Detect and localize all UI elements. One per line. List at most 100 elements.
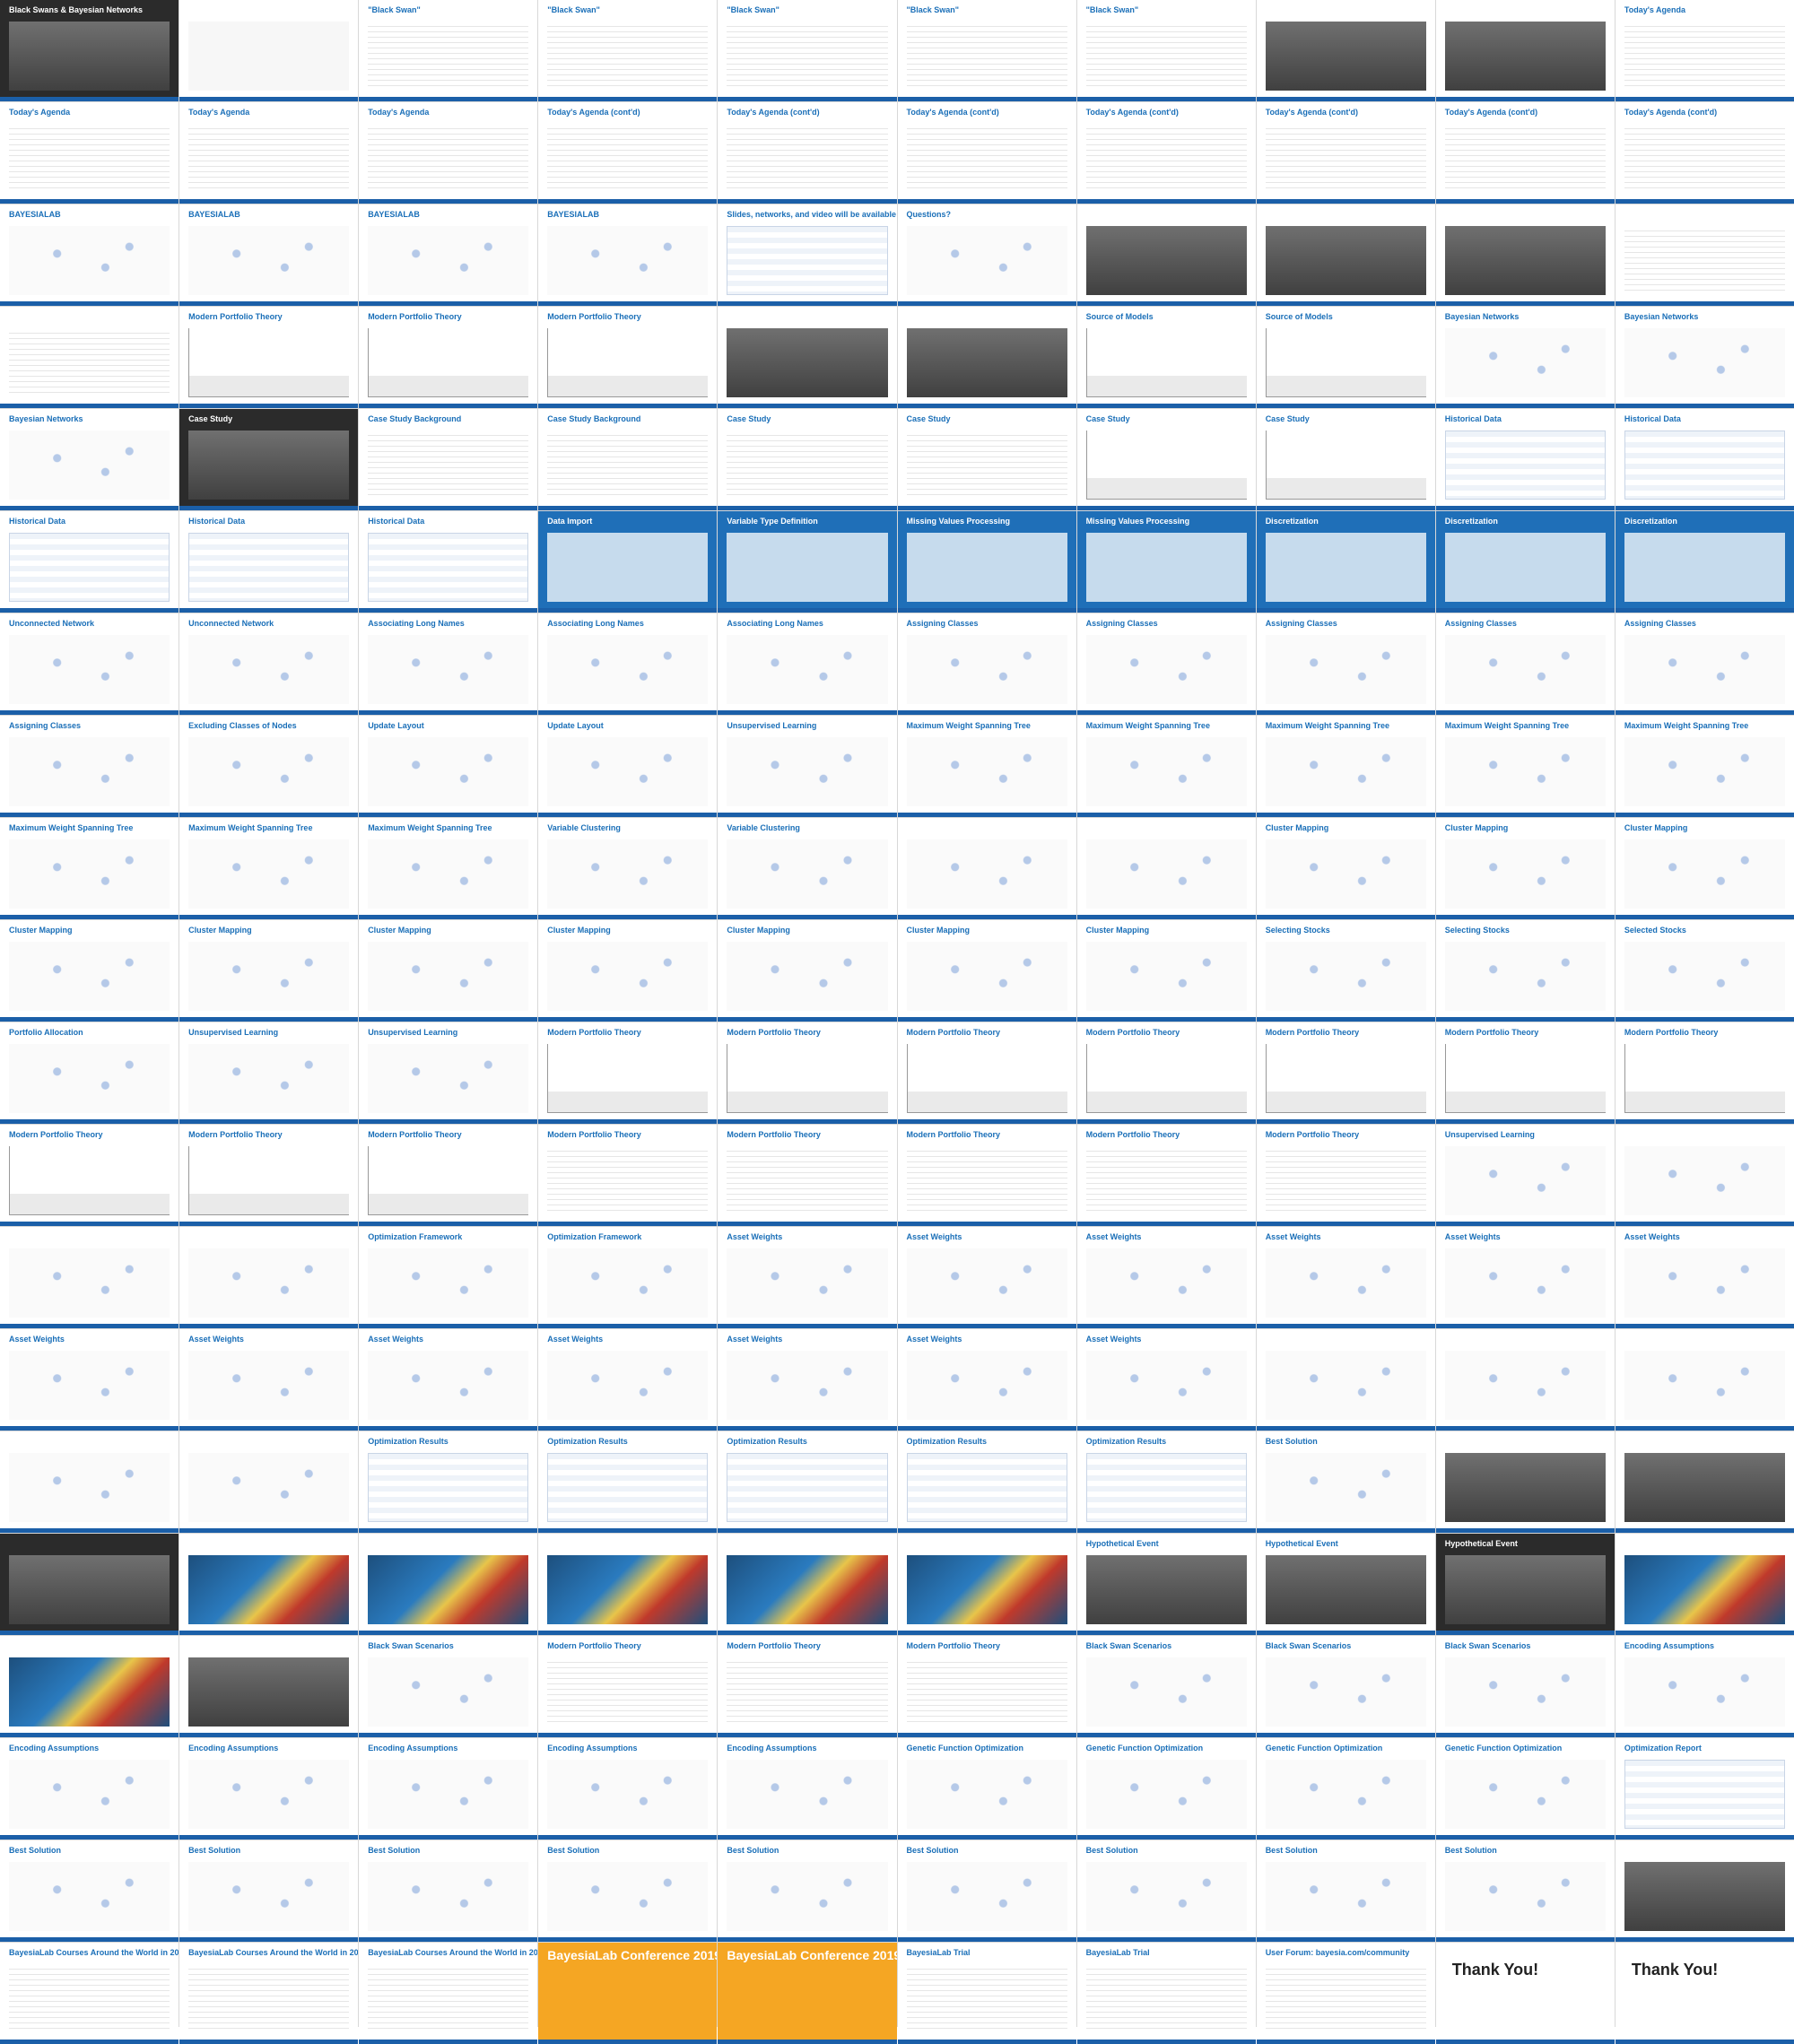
slide-thumbnail[interactable] xyxy=(179,0,359,101)
slide-thumbnail[interactable]: Historical Data xyxy=(359,511,538,613)
slide-thumbnail[interactable]: Hypothetical Event xyxy=(1435,1534,1615,1635)
slide-thumbnail[interactable]: Today's Agenda (cont'd) xyxy=(538,102,718,204)
slide-thumbnail[interactable] xyxy=(1256,204,1435,306)
slide-thumbnail[interactable]: Historical Data xyxy=(1435,409,1615,510)
slide-thumbnail[interactable]: Hypothetical Event xyxy=(1076,1534,1256,1635)
slide-thumbnail[interactable]: Asset Weights xyxy=(1256,1227,1435,1328)
slide-thumbnail[interactable]: Today's Agenda (cont'd) xyxy=(1615,102,1794,204)
slide-thumbnail[interactable]: Black Swan Scenarios xyxy=(1256,1636,1435,1737)
slide-thumbnail[interactable]: Asset Weights xyxy=(897,1227,1076,1328)
slide-thumbnail[interactable]: Today's Agenda xyxy=(359,102,538,204)
slide-thumbnail[interactable]: Cluster Mapping xyxy=(1076,920,1256,1022)
slide-thumbnail[interactable] xyxy=(718,1534,897,1635)
slide-thumbnail[interactable]: Modern Portfolio Theory xyxy=(718,1022,897,1124)
slide-thumbnail[interactable]: Case Study xyxy=(1076,409,1256,510)
slide-thumbnail[interactable] xyxy=(718,307,897,408)
slide-thumbnail[interactable]: Best Solution xyxy=(1256,1431,1435,1533)
slide-thumbnail[interactable]: Historical Data xyxy=(179,511,359,613)
slide-thumbnail[interactable]: Optimization Framework xyxy=(538,1227,718,1328)
slide-thumbnail[interactable] xyxy=(1615,1840,1794,1942)
slide-thumbnail[interactable]: Genetic Function Optimization xyxy=(897,1738,1076,1840)
slide-thumbnail[interactable]: Asset Weights xyxy=(179,1329,359,1431)
slide-thumbnail[interactable]: "Black Swan" xyxy=(359,0,538,101)
slide-thumbnail[interactable]: Associating Long Names xyxy=(359,613,538,715)
slide-thumbnail[interactable]: Source of Models xyxy=(1256,307,1435,408)
slide-thumbnail[interactable] xyxy=(1435,1431,1615,1533)
slide-thumbnail[interactable]: Modern Portfolio Theory xyxy=(1615,1022,1794,1124)
slide-thumbnail[interactable]: Assigning Classes xyxy=(1435,613,1615,715)
slide-thumbnail[interactable]: Modern Portfolio Theory xyxy=(538,307,718,408)
slide-thumbnail[interactable]: "Black Swan" xyxy=(718,0,897,101)
slide-thumbnail[interactable]: Today's Agenda (cont'd) xyxy=(1435,102,1615,204)
slide-thumbnail[interactable] xyxy=(538,1534,718,1635)
slide-thumbnail[interactable]: Bayesian Networks xyxy=(1615,307,1794,408)
slide-thumbnail[interactable]: Missing Values Processing xyxy=(897,511,1076,613)
slide-thumbnail[interactable]: Modern Portfolio Theory xyxy=(1076,1022,1256,1124)
slide-thumbnail[interactable]: Asset Weights xyxy=(1076,1227,1256,1328)
slide-thumbnail[interactable] xyxy=(1076,204,1256,306)
slide-thumbnail[interactable]: Unsupervised Learning xyxy=(718,716,897,817)
slide-thumbnail[interactable]: Maximum Weight Spanning Tree xyxy=(1076,716,1256,817)
slide-thumbnail[interactable]: Missing Values Processing xyxy=(1076,511,1256,613)
slide-thumbnail[interactable]: Black Swans & Bayesian Networks xyxy=(0,0,179,101)
slide-thumbnail[interactable] xyxy=(897,818,1076,919)
slide-thumbnail[interactable]: Selected Stocks xyxy=(1615,920,1794,1022)
slide-thumbnail[interactable]: Modern Portfolio Theory xyxy=(1076,1125,1256,1226)
slide-thumbnail[interactable]: Slides, networks, and video will be avai… xyxy=(718,204,897,306)
slide-thumbnail[interactable]: Case Study xyxy=(897,409,1076,510)
slide-thumbnail[interactable]: Assigning Classes xyxy=(1256,613,1435,715)
slide-thumbnail[interactable]: Cluster Mapping xyxy=(718,920,897,1022)
slide-thumbnail[interactable]: Modern Portfolio Theory xyxy=(538,1636,718,1737)
slide-thumbnail[interactable] xyxy=(897,307,1076,408)
slide-thumbnail[interactable]: Best Solution xyxy=(897,1840,1076,1942)
slide-thumbnail[interactable]: Best Solution xyxy=(0,1840,179,1942)
slide-thumbnail[interactable]: Asset Weights xyxy=(718,1227,897,1328)
slide-thumbnail[interactable]: Optimization Results xyxy=(538,1431,718,1533)
slide-thumbnail[interactable]: Today's Agenda (cont'd) xyxy=(1076,102,1256,204)
slide-thumbnail[interactable]: Modern Portfolio Theory xyxy=(897,1125,1076,1226)
slide-thumbnail[interactable] xyxy=(1435,1329,1615,1431)
slide-thumbnail[interactable]: Variable Type Definition xyxy=(718,511,897,613)
slide-thumbnail[interactable] xyxy=(359,1534,538,1635)
slide-thumbnail[interactable]: Update Layout xyxy=(359,716,538,817)
slide-thumbnail[interactable]: Today's Agenda (cont'd) xyxy=(897,102,1076,204)
slide-thumbnail[interactable]: Unsupervised Learning xyxy=(359,1022,538,1124)
slide-thumbnail[interactable]: Optimization Report xyxy=(1615,1738,1794,1840)
slide-thumbnail[interactable]: Cluster Mapping xyxy=(1256,818,1435,919)
slide-thumbnail[interactable]: Selecting Stocks xyxy=(1435,920,1615,1022)
slide-thumbnail[interactable]: Maximum Weight Spanning Tree xyxy=(0,818,179,919)
slide-thumbnail[interactable]: Bayesian Networks xyxy=(0,409,179,510)
slide-thumbnail[interactable]: BAYESIALAB xyxy=(0,204,179,306)
slide-thumbnail[interactable]: Today's Agenda xyxy=(1615,0,1794,101)
slide-thumbnail[interactable]: Modern Portfolio Theory xyxy=(538,1022,718,1124)
slide-thumbnail[interactable] xyxy=(897,1534,1076,1635)
slide-thumbnail[interactable] xyxy=(1615,1431,1794,1533)
slide-thumbnail[interactable]: Modern Portfolio Theory xyxy=(1435,1022,1615,1124)
slide-thumbnail[interactable]: Modern Portfolio Theory xyxy=(538,1125,718,1226)
slide-thumbnail[interactable]: Asset Weights xyxy=(359,1329,538,1431)
slide-thumbnail[interactable]: Variable Clustering xyxy=(718,818,897,919)
slide-thumbnail[interactable]: BAYESIALAB xyxy=(179,204,359,306)
slide-thumbnail[interactable] xyxy=(179,1636,359,1737)
slide-thumbnail[interactable]: Optimization Results xyxy=(1076,1431,1256,1533)
slide-thumbnail[interactable]: Best Solution xyxy=(359,1840,538,1942)
slide-thumbnail[interactable] xyxy=(0,1636,179,1737)
slide-thumbnail[interactable]: Unconnected Network xyxy=(179,613,359,715)
slide-thumbnail[interactable]: Modern Portfolio Theory xyxy=(1256,1125,1435,1226)
slide-thumbnail[interactable]: Encoding Assumptions xyxy=(179,1738,359,1840)
slide-thumbnail[interactable]: Case Study xyxy=(1256,409,1435,510)
slide-thumbnail[interactable]: Case Study Background xyxy=(538,409,718,510)
slide-thumbnail[interactable]: Asset Weights xyxy=(897,1329,1076,1431)
slide-thumbnail[interactable]: Optimization Framework xyxy=(359,1227,538,1328)
slide-thumbnail[interactable] xyxy=(1615,1125,1794,1226)
slide-thumbnail[interactable]: "Black Swan" xyxy=(1076,0,1256,101)
slide-thumbnail[interactable]: Best Solution xyxy=(179,1840,359,1942)
slide-thumbnail[interactable]: Update Layout xyxy=(538,716,718,817)
slide-thumbnail[interactable]: Associating Long Names xyxy=(718,613,897,715)
slide-thumbnail[interactable]: Modern Portfolio Theory xyxy=(897,1022,1076,1124)
slide-thumbnail[interactable] xyxy=(0,1534,179,1635)
slide-thumbnail[interactable]: Asset Weights xyxy=(1076,1329,1256,1431)
slide-thumbnail[interactable]: Optimization Results xyxy=(897,1431,1076,1533)
slide-thumbnail[interactable]: Assigning Classes xyxy=(0,716,179,817)
slide-thumbnail[interactable]: Maximum Weight Spanning Tree xyxy=(1256,716,1435,817)
